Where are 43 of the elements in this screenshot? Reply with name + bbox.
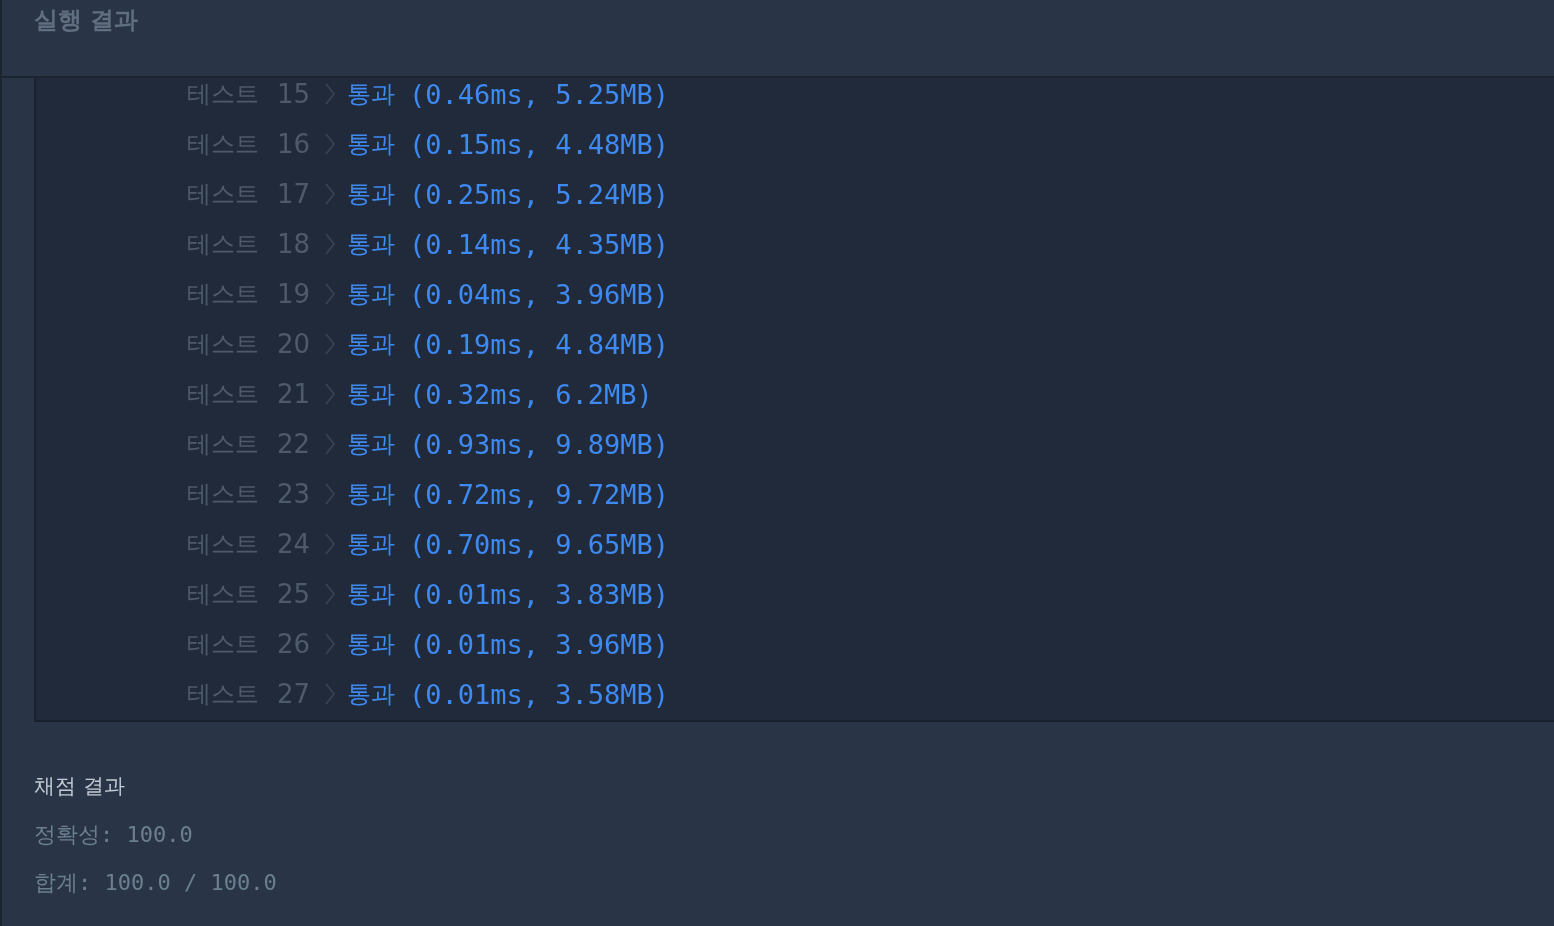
chevron-icon <box>325 283 335 305</box>
test-status: 통과 <box>347 579 395 610</box>
test-result: (0.01ms, 3.83MB) <box>409 578 670 610</box>
chevron-icon <box>325 483 335 505</box>
chevron-icon <box>325 683 335 705</box>
test-result: (0.01ms, 3.96MB) <box>409 628 670 660</box>
test-result: (0.32ms, 6.2MB) <box>409 378 653 410</box>
chevron-icon <box>325 383 335 405</box>
chevron-icon <box>325 233 335 255</box>
test-status: 통과 <box>347 379 395 410</box>
test-result: (0.04ms, 3.96MB) <box>409 278 670 310</box>
chevron-icon <box>325 333 335 355</box>
test-result: (0.01ms, 3.58MB) <box>409 678 670 710</box>
test-result: (0.46ms, 5.25MB) <box>409 78 670 110</box>
test-status: 통과 <box>347 529 395 560</box>
test-status: 통과 <box>347 129 395 160</box>
chevron-icon <box>325 183 335 205</box>
test-status: 통과 <box>347 629 395 660</box>
test-result: (0.72ms, 9.72MB) <box>409 478 670 510</box>
test-status: 통과 <box>347 429 395 460</box>
test-status: 통과 <box>347 229 395 260</box>
accuracy-score: 정확성: 100.0 <box>34 821 193 849</box>
chevron-icon <box>325 133 335 155</box>
test-result: (0.25ms, 5.24MB) <box>409 178 670 210</box>
test-status: 통과 <box>347 329 395 360</box>
test-result: (0.70ms, 9.65MB) <box>409 528 670 560</box>
test-result: (0.15ms, 4.48MB) <box>409 128 670 160</box>
test-status: 통과 <box>347 679 395 710</box>
chevron-icon <box>325 433 335 455</box>
chevron-icon <box>325 83 335 105</box>
test-result: (0.93ms, 9.89MB) <box>409 428 670 460</box>
test-status: 통과 <box>347 479 395 510</box>
chevron-icon <box>325 533 335 555</box>
total-score: 합계: 100.0 / 100.0 <box>34 869 277 897</box>
test-status: 통과 <box>347 79 395 110</box>
chevron-icon <box>325 633 335 655</box>
test-status: 통과 <box>347 179 395 210</box>
test-result: (0.14ms, 4.35MB) <box>409 228 670 260</box>
grading-title: 채점 결과 <box>34 773 125 800</box>
test-status: 통과 <box>347 279 395 310</box>
chevron-icon <box>325 583 335 605</box>
section-title: 실행 결과 <box>34 5 139 36</box>
test-result: (0.19ms, 4.84MB) <box>409 328 670 360</box>
